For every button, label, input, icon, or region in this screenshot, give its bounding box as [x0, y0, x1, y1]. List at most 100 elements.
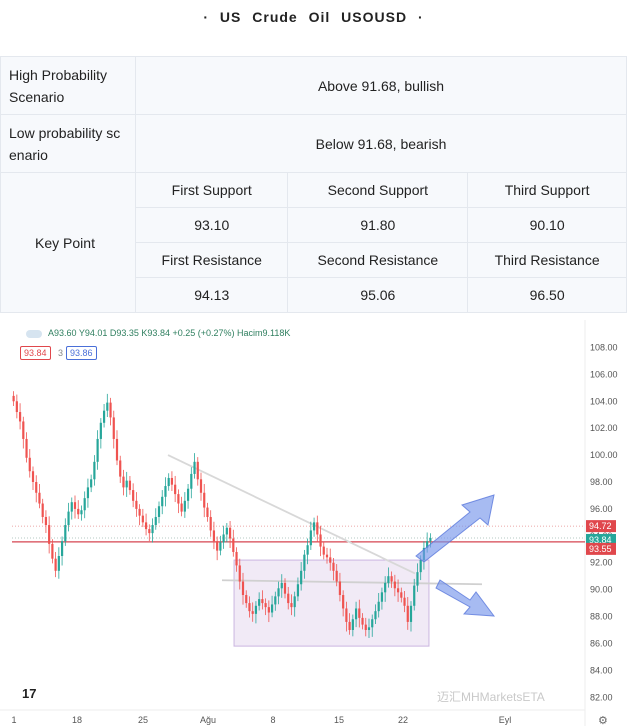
candle-body: [115, 438, 119, 461]
candle-body: [54, 558, 57, 571]
x-tick-label: 1: [11, 715, 16, 725]
table-row: High Probability Scenario Above 91.68, b…: [0, 56, 627, 115]
y-tick-label: 108.00: [590, 342, 618, 352]
candle-body: [261, 599, 264, 604]
candle-body: [225, 527, 228, 535]
y-tick-label: 100.00: [590, 450, 618, 460]
candle-body: [41, 503, 44, 517]
x-tick-label: 25: [138, 715, 148, 725]
candle-body: [413, 585, 416, 606]
tradingview-logo-icon: 17: [22, 686, 37, 701]
candle-body: [106, 402, 109, 411]
candle-body: [219, 542, 222, 551]
x-tick-label: 15: [334, 715, 344, 725]
candle-body: [232, 538, 235, 552]
candle-body: [157, 506, 161, 517]
price-label-text: 93.55: [589, 544, 612, 554]
key-points-table: High Probability Scenario Above 91.68, b…: [0, 56, 627, 313]
candle-body: [393, 581, 396, 589]
candle-body: [203, 492, 206, 508]
candle-body: [274, 596, 277, 605]
high-scenario-label: High Probability Scenario: [0, 56, 136, 115]
resistance-value: 96.50: [467, 277, 627, 313]
candle-body: [141, 515, 144, 523]
candle-body: [409, 605, 413, 622]
candle-body: [135, 500, 138, 509]
candle-body: [60, 541, 64, 556]
candle-body: [167, 477, 170, 487]
candle-body: [174, 484, 177, 495]
candle-body: [222, 534, 225, 543]
candle-body: [245, 595, 248, 604]
y-tick-label: 102.00: [590, 423, 618, 433]
candle-body: [361, 617, 364, 625]
high-scenario-value: Above 91.68, bullish: [135, 56, 627, 115]
candle-body: [67, 511, 70, 526]
candle-body: [264, 603, 267, 608]
y-tick-label: 106.00: [590, 369, 618, 379]
candle-body: [206, 507, 209, 517]
y-tick-label: 96.00: [590, 504, 613, 514]
candle-body: [144, 522, 148, 530]
candle-body: [31, 471, 35, 482]
candle-body: [51, 543, 54, 559]
y-tick-label: 104.00: [590, 396, 618, 406]
chart-canvas: 108.00 106.00 104.00 102.00 100.00 98.00 96.00…: [0, 320, 618, 726]
candle-body: [216, 541, 219, 551]
candle-body: [367, 627, 371, 630]
candle-body: [209, 516, 212, 531]
candle-body: [364, 624, 367, 630]
support-header: First Support: [134, 172, 289, 208]
consolidation-box: [233, 559, 430, 647]
candle-body: [86, 487, 90, 499]
low-scenario-value: Below 91.68, bearish: [135, 114, 627, 173]
candle-body: [348, 621, 351, 630]
candle-body: [44, 516, 48, 526]
candle-body: [380, 592, 384, 602]
candle-body: [258, 599, 261, 606]
candle-body: [325, 554, 329, 558]
candle-body: [70, 502, 73, 512]
candle-body: [387, 576, 390, 583]
trend-line: [167, 454, 416, 575]
candle-body: [196, 461, 199, 480]
candle-body: [190, 473, 193, 489]
table-row: Key Point First Support Second Support T…: [0, 172, 627, 313]
candle-body: [80, 510, 83, 515]
candle-body: [396, 588, 400, 593]
candle-body: [93, 461, 96, 480]
bullish-arrow-icon: [415, 494, 495, 563]
candle-body: [316, 522, 319, 535]
candle-body: [342, 595, 345, 609]
resistance-value: 95.06: [287, 277, 469, 313]
candle-body: [154, 516, 157, 526]
candle-body: [303, 554, 306, 571]
candle-body: [290, 603, 293, 608]
candle-body: [251, 611, 254, 614]
support-value: 93.10: [134, 207, 289, 243]
candle-body: [238, 565, 241, 582]
resistance-header: First Resistance: [134, 242, 289, 278]
candle-body: [109, 402, 112, 418]
candle-body: [148, 529, 151, 534]
candle-body: [228, 527, 232, 539]
candle-body: [416, 572, 419, 586]
candle-body: [35, 482, 38, 493]
candle-body: [164, 486, 167, 497]
candle-body: [212, 530, 216, 542]
candle-body: [254, 605, 258, 614]
x-tick-label: Ağu: [200, 715, 216, 725]
candle-body: [12, 395, 15, 402]
table-row: Low probability sc enario Below 91.68, b…: [0, 114, 627, 173]
price-chart[interactable]: A93.60 Y94.01 D93.35 K93.84 +0.25 (+0.27…: [0, 320, 627, 726]
support-header: Third Support: [467, 172, 627, 208]
y-tick-label: 98.00: [590, 477, 613, 487]
candle-body: [112, 417, 115, 439]
candle-body: [384, 582, 387, 593]
y-tick-label: 86.00: [590, 638, 613, 648]
candle-body: [77, 508, 80, 515]
candle-body: [248, 603, 251, 612]
candle-body: [128, 480, 132, 491]
candle-body: [125, 480, 128, 488]
candle-body: [351, 619, 354, 630]
